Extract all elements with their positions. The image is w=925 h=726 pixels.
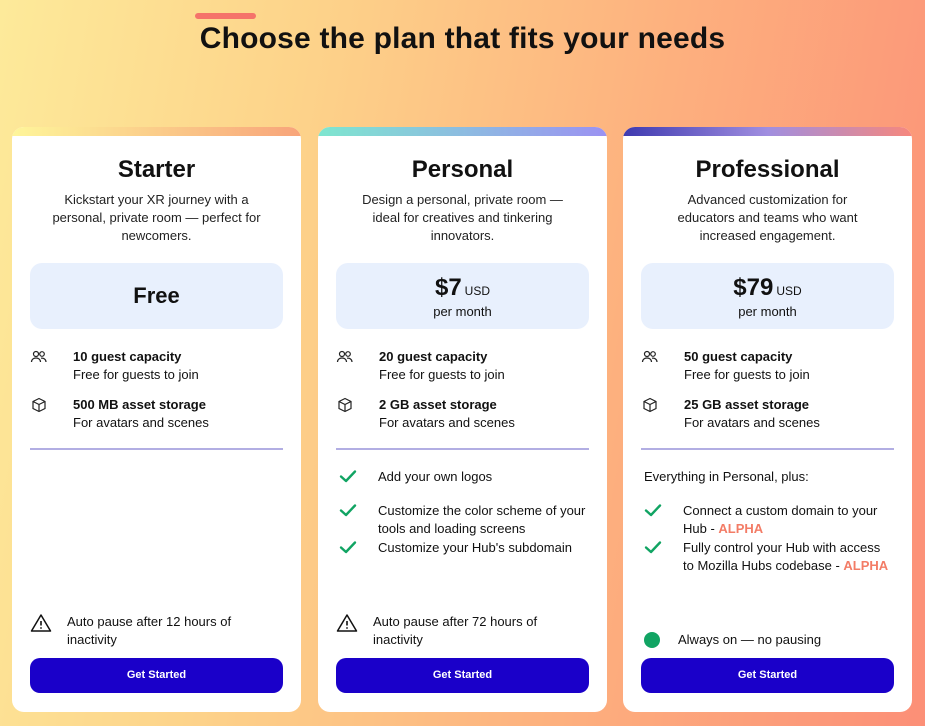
check-icon	[644, 541, 662, 554]
auto-pause-note: Auto pause after 72 hours of inactivity	[336, 613, 589, 649]
get-started-button[interactable]: Get Started	[30, 658, 283, 693]
always-on-note: Always on — no pausing	[644, 631, 821, 649]
divider	[30, 448, 283, 450]
feature-asset-storage: 500 MB asset storage For avatars and scen…	[30, 396, 283, 432]
check-icon	[644, 504, 662, 517]
feature-asset-storage: 2 GB asset storage For avatars and scenes	[336, 396, 589, 432]
extra-feature-item: Customize your Hub's subdomain	[338, 539, 589, 557]
warning-icon	[336, 614, 358, 632]
get-started-button[interactable]: Get Started	[641, 658, 894, 693]
plan-name: Professional	[695, 156, 840, 183]
price-amount: $7	[434, 274, 462, 301]
cube-icon	[643, 397, 657, 413]
price-box: $7 USD per month	[336, 263, 589, 329]
page-title: Choose the plan that fits your needs	[199, 22, 726, 55]
price-period: per month	[433, 304, 492, 319]
price-currency: USD	[776, 284, 802, 298]
headline-accent-bar	[195, 13, 256, 19]
divider	[336, 448, 589, 450]
extra-feature-text: Add your own logos	[378, 469, 493, 484]
users-icon	[336, 350, 353, 363]
divider	[641, 448, 894, 450]
feature-subtitle: For avatars and scenes	[73, 415, 209, 430]
always-on-text: Always on — no pausing	[678, 632, 822, 647]
cube-icon	[32, 397, 46, 413]
feature-asset-storage: 25 GB asset storage For avatars and scene…	[641, 396, 894, 432]
extra-feature-item: Connect a custom domain to your Hub - AL…	[643, 502, 894, 538]
auto-pause-note: Auto pause after 12 hours of inactivity	[30, 613, 283, 649]
check-icon	[339, 504, 357, 517]
plan-card-professional: Professional Advanced customization for …	[623, 127, 912, 712]
feature-guest-capacity: 50 guest capacity Free for guests to join	[641, 348, 894, 384]
feature-title: 25 GB asset storage	[684, 397, 810, 412]
plan-card-personal: Personal Design a personal, private room…	[318, 127, 607, 712]
note-text: Auto pause after 12 hours of inactivity	[67, 614, 232, 647]
note-text: Auto pause after 72 hours of inactivity	[373, 614, 538, 647]
feature-subtitle: Free for guests to join	[379, 367, 505, 382]
extra-feature-label: Connect a custom domain to your Hub -	[683, 503, 878, 536]
price-amount: $79	[733, 274, 774, 301]
feature-title: 50 guest capacity	[684, 349, 793, 364]
extras-intro: Everything in Personal, plus:	[644, 469, 809, 484]
feature-subtitle: Free for guests to join	[73, 367, 199, 382]
price-label: Free	[133, 283, 180, 308]
feature-subtitle: Free for guests to join	[684, 367, 810, 382]
feature-guest-capacity: 10 guest capacity Free for guests to join	[30, 348, 283, 384]
warning-icon	[30, 614, 52, 632]
card-top-strip	[12, 127, 301, 136]
users-icon	[641, 350, 658, 363]
extra-feature-text: Customize the color scheme of your tools…	[378, 503, 586, 536]
feature-subtitle: For avatars and scenes	[379, 415, 515, 430]
get-started-button[interactable]: Get Started	[336, 658, 589, 693]
feature-title: 500 MB asset storage	[73, 397, 206, 412]
extra-feature-item: Customize the color scheme of your tools…	[338, 502, 589, 538]
plan-description: Kickstart your XR journey with a persona…	[52, 192, 261, 243]
feature-subtitle: For avatars and scenes	[684, 415, 820, 430]
extra-feature-text: Connect a custom domain to your Hub - AL…	[683, 502, 894, 538]
alpha-badge: ALPHA	[843, 558, 889, 573]
price-box: $79 USD per month	[641, 263, 894, 329]
cube-icon	[338, 397, 352, 413]
price-period: per month	[738, 304, 797, 319]
plan-name: Starter	[117, 156, 196, 183]
plan-description: Advanced customization for educators and…	[677, 192, 858, 243]
extra-feature-item: Fully control your Hub with access to Mo…	[643, 539, 894, 575]
plan-description: Design a personal, private room — ideal …	[362, 192, 563, 243]
price-box: Free	[30, 263, 283, 329]
extra-feature-text: Customize your Hub's subdomain	[378, 540, 572, 555]
feature-title: 10 guest capacity	[73, 349, 182, 364]
status-dot-icon	[644, 632, 660, 648]
card-top-strip	[623, 127, 912, 136]
extra-feature-text: Fully control your Hub with access to Mo…	[683, 539, 894, 575]
users-icon	[30, 350, 47, 363]
plan-name: Personal	[411, 156, 514, 183]
check-icon	[339, 541, 357, 554]
alpha-badge: ALPHA	[718, 521, 764, 536]
check-icon	[339, 470, 357, 483]
card-top-strip	[318, 127, 607, 136]
feature-guest-capacity: 20 guest capacity Free for guests to join	[336, 348, 589, 384]
price-currency: USD	[464, 284, 491, 298]
feature-title: 20 guest capacity	[379, 349, 488, 364]
extra-feature-item: Add your own logos	[338, 468, 589, 486]
feature-title: 2 GB asset storage	[379, 397, 497, 412]
plan-card-starter: Starter Kickstart your XR journey with a…	[12, 127, 301, 712]
